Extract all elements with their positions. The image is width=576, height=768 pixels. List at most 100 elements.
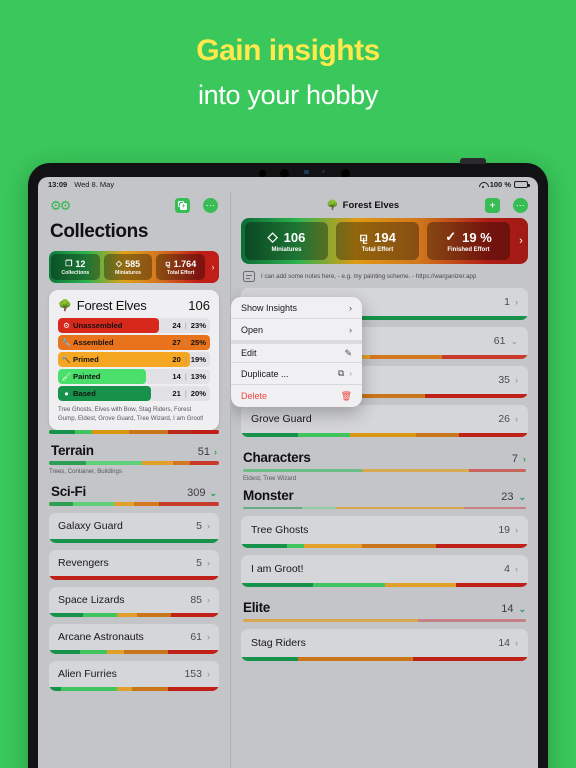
item-title: Grove Guard [251,413,312,425]
stage-count: 24 [172,321,181,330]
section-header[interactable]: Sci-Fi 309 ⌄ [49,475,219,502]
chevron-right-icon[interactable]: › [207,521,210,531]
stage-row[interactable]: 🖌 Painted 14 | 13% [58,369,210,384]
stat-cell-miniatures[interactable]: ◇ 106 Miniatures [245,222,328,260]
summary-cell-total-effort[interactable]: ⚼ 1.764 Total Effort [156,254,206,280]
detail-scroll-area[interactable]: Forest Gump1›Eldest61⌄Elves with Bow35›G… [231,288,538,768]
progress-bar [243,619,526,622]
item-count: 153 [184,668,202,681]
detail-stats-bar[interactable]: ◇ 106 Miniatures ⚼ 194 Total Effort ✓ 19… [241,218,528,264]
stage-percent: 19% [190,355,206,364]
list-item[interactable]: Revengers 5 › [49,550,219,581]
stat-cell-total-effort[interactable]: ⚼ 194 Total Effort [336,222,419,260]
stat-value: 106 [283,229,306,245]
more-ellipsis-icon[interactable]: ⋯ [513,197,528,213]
stat-label: Finished Effort [447,247,490,253]
notes-row[interactable]: I can add some notes here, - e.g. my pai… [231,264,538,288]
stage-row[interactable]: 🔧 Assembled 27 | 25% [58,335,210,350]
menu-item-edit[interactable]: Edit ✎ [231,341,362,363]
section-header[interactable]: Monster 23 ⌄ [243,488,526,503]
section: Monster 23 ⌄ [241,482,528,509]
chevron-right-icon[interactable]: › [515,297,518,307]
chevron-right-icon[interactable]: › [207,632,210,642]
list-item[interactable]: Grove Guard 26 › [241,405,528,437]
sidebar-summary-bar[interactable]: ❐ 12 Collections ◇ 585 Miniatures ⚼ 1.76… [49,251,219,283]
more-ellipsis-icon[interactable]: ⋯ [203,197,218,213]
chevron-right-icon[interactable]: ⌄ [510,336,518,347]
chevron-right-icon: › [349,302,352,313]
progress-bar [49,430,219,435]
section-title: Monster [243,487,294,503]
section-chevron-icon[interactable]: ⌄ [518,604,526,615]
stage-row[interactable]: ● Based 21 | 20% [58,386,210,401]
status-date: Wed 8. May [74,180,115,189]
progress-bar [243,506,526,509]
battery-percent: 100 % [489,180,511,189]
chevron-right-icon[interactable]: › [515,375,518,385]
promo-subtitle: into your hobby [197,80,379,110]
notes-text: I can add some notes here, - e.g. my pai… [261,273,477,280]
menu-item-duplicate[interactable]: Duplicate ... ⧉ › [231,363,362,385]
collection-name: Forest Elves [76,298,147,313]
list-item[interactable]: I am Groot! 4 › [241,555,528,587]
add-collection-icon[interactable]: + [175,197,190,213]
stat-label: Miniatures [271,247,302,253]
section-chevron-icon[interactable]: ⌄ [209,488,217,499]
stat-cell-finished-effort[interactable]: ✓ 19 % Finished Effort [427,222,510,260]
chevron-right-icon[interactable]: › [207,558,210,568]
wifi-icon [478,181,489,188]
chevron-right-icon[interactable]: › [207,595,210,605]
item-title: Arcane Astronauts [58,631,144,644]
context-menu[interactable]: Show Insights › Open › Edit ✎ Duplicate ... ⧉ › D… [231,297,362,407]
stack-icon: ❐ [65,259,73,268]
summary-cell-miniatures[interactable]: ◇ 585 Miniatures [103,254,153,280]
summary-label: Total Effort [167,269,195,276]
stage-row[interactable]: 🔨 Primed 20 | 19% [58,352,210,367]
section-chevron-icon[interactable]: ⌄ [518,492,526,503]
list-item[interactable]: Alien Furries 153 › [49,661,219,692]
detail-title-text: Forest Elves [342,199,400,211]
chevron-right-icon[interactable]: › [515,638,518,648]
list-item[interactable]: Space Lizards 85 › [49,587,219,618]
stat-value: 194 [374,229,396,245]
tablet-device-frame: 13:09 Wed 8. May 100 % ⚙⚙ + ⋯ Collection… [28,158,548,768]
chevron-right-icon[interactable]: › [515,564,518,574]
progress-bar [49,539,219,544]
section-header[interactable]: Elite 14 ⌄ [243,600,526,615]
menu-item-open[interactable]: Open › [231,319,362,341]
section-header[interactable]: Characters 7 › [243,450,526,465]
chevron-right-icon[interactable]: › [515,414,518,424]
item-title: Alien Furries [58,668,117,681]
list-item[interactable]: Tree Ghosts 19 › [241,516,528,548]
section: Elite 14 ⌄ [241,594,528,622]
menu-item-show-insights[interactable]: Show Insights › [231,297,362,319]
list-item[interactable]: Stag Riders 14 › [241,628,528,661]
stage-row[interactable]: ⚙ Unassembled 24 | 23% [58,318,210,333]
item-title: I am Groot! [251,563,304,575]
list-item[interactable]: Arcane Astronauts 61 › [49,624,219,655]
chevron-right-icon[interactable]: › [515,525,518,535]
stage-name: Painted [73,372,101,381]
menu-item-label: Edit [241,348,257,358]
list-item[interactable]: Galaxy Guard 5 › [49,513,219,544]
summary-cell-collections[interactable]: ❐ 12 Collections [51,254,100,280]
sidebar-scroll-area[interactable]: 🌳 Forest Elves 106 ⚙ Unassembled 24 | 23% 🔧 As… [38,290,230,768]
plus-icon[interactable]: + [485,197,500,213]
stage-name: Based [73,389,96,398]
section-header[interactable]: Terrain 51 › [49,434,219,461]
item-title: Tree Ghosts [251,524,309,536]
chevron-right-icon[interactable]: › [514,235,528,247]
check-icon: ✓ [445,229,457,244]
chevron-right-icon[interactable]: › [207,669,210,679]
chevron-right-icon[interactable]: › [207,262,219,272]
menu-item-delete[interactable]: Delete 🗑 [231,385,362,407]
device-button-nub [460,158,486,164]
section-chevron-icon[interactable]: › [523,454,526,464]
promo-banner: Gain insights into your hobby [0,0,576,111]
section-count: 7 [511,453,518,465]
section-chevron-icon[interactable]: › [214,447,217,457]
item-count: 5 [196,557,202,570]
collection-units: Tree Ghosts, Elves with Bow, Stag Riders… [58,406,204,423]
collection-card-forest-elves[interactable]: 🌳 Forest Elves 106 ⚙ Unassembled 24 | 23% 🔧 As… [49,290,219,431]
gears-icon[interactable]: ⚙⚙ [50,199,71,212]
